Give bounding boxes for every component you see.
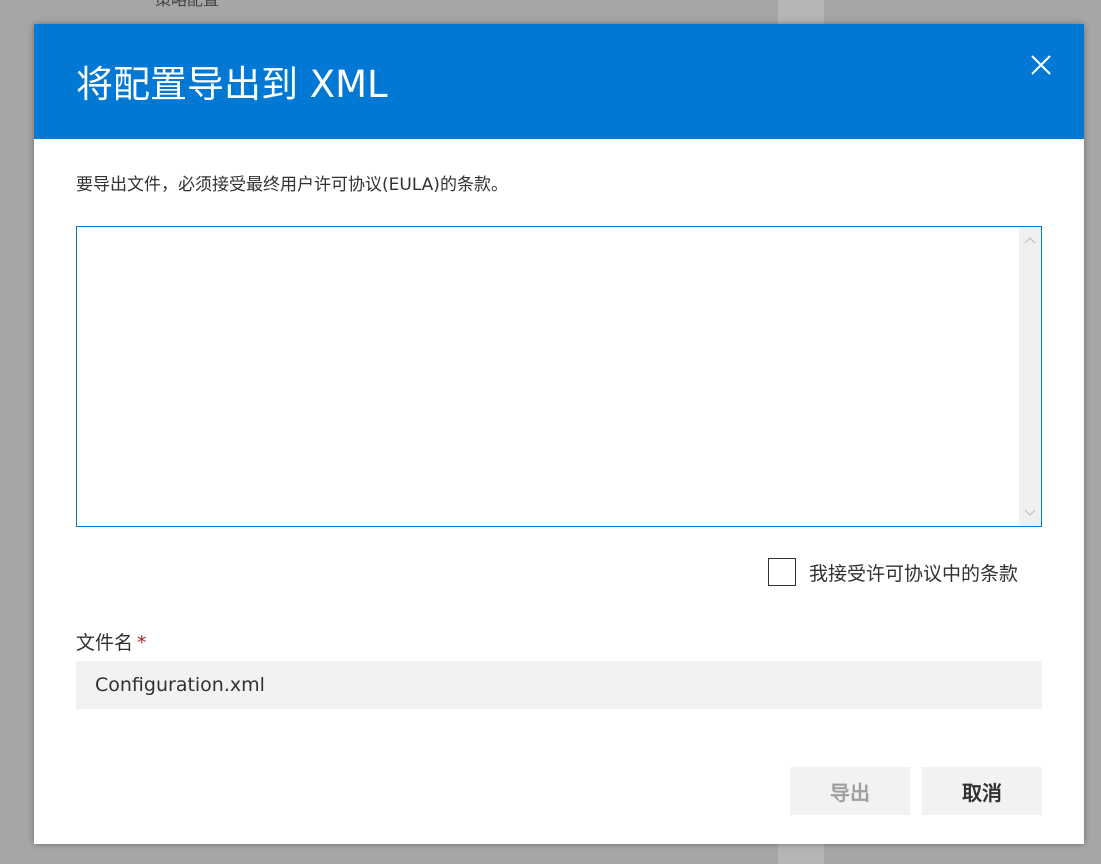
eula-text-area[interactable] (76, 226, 1042, 527)
dialog-header: 将配置导出到 XML (34, 24, 1084, 139)
close-button[interactable] (1022, 46, 1060, 84)
accept-terms-label: 我接受许可协议中的条款 (809, 562, 1019, 585)
eula-instruction: 要导出文件，必须接受最终用户许可协议(EULA)的条款。 (76, 175, 508, 195)
export-xml-dialog: 将配置导出到 XML 要导出文件，必须接受最终用户许可协议(EULA)的条款。 (34, 24, 1084, 844)
eula-scrollbar[interactable] (1019, 227, 1041, 526)
cancel-button[interactable]: 取消 (922, 767, 1042, 815)
scroll-down-button[interactable] (1019, 502, 1041, 524)
chevron-up-icon (1024, 236, 1036, 244)
background-text: 策略配置 (155, 0, 219, 10)
filename-label-text: 文件名 (76, 632, 134, 654)
close-icon (1031, 55, 1051, 75)
dialog-title: 将配置导出到 XML (76, 63, 388, 106)
accept-terms-row[interactable]: 我接受许可协议中的条款 (768, 558, 1018, 586)
accept-terms-checkbox[interactable] (768, 558, 796, 586)
filename-label: 文件名 * (76, 628, 147, 655)
scroll-up-button[interactable] (1019, 229, 1041, 251)
export-button[interactable]: 导出 (790, 767, 910, 815)
required-marker: * (137, 632, 147, 654)
filename-input[interactable] (76, 661, 1042, 709)
chevron-down-icon (1024, 509, 1036, 517)
